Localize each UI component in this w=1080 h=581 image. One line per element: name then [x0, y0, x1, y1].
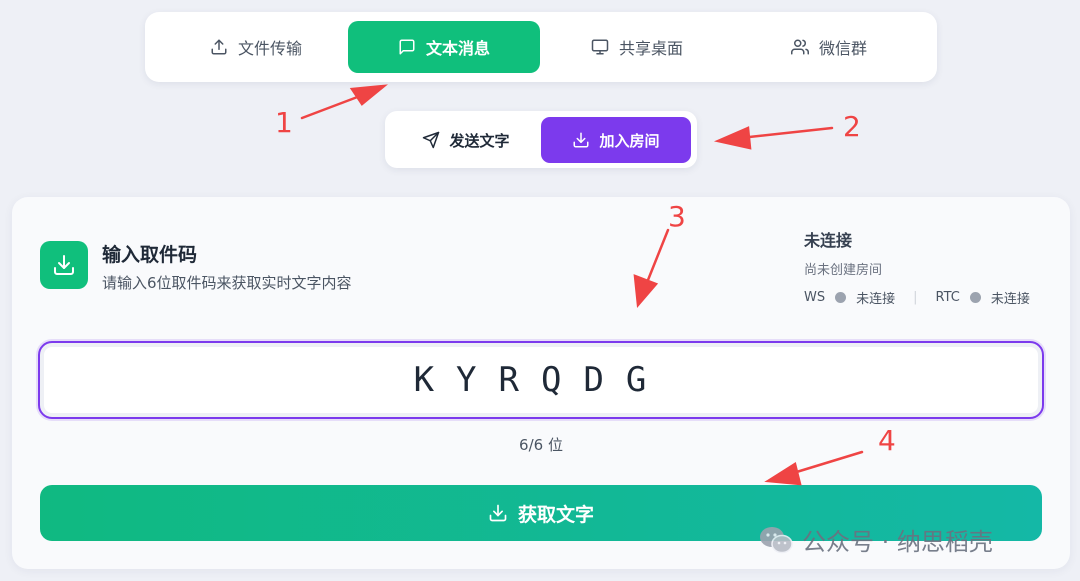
watermark-text: 公众号 · 纳思稻壳 [802, 528, 993, 556]
annotation-arrowhead-1 [349, 84, 388, 106]
wechat-logo-icon [760, 526, 793, 553]
annotation-number-3: 3 [668, 200, 686, 233]
annotation-arrow-2 [738, 126, 834, 140]
annotation-arrowhead-4 [764, 462, 802, 486]
annotation-arrow-4 [788, 450, 864, 476]
watermark: 公众号 · 纳思稻壳 [758, 522, 993, 557]
annotation-arrowhead-2 [713, 126, 752, 150]
annotation-arrowhead-3 [633, 274, 659, 309]
annotation-overlay [300, 84, 864, 486]
annotation-arrow-3 [644, 228, 670, 287]
annotation-number-4: 4 [878, 424, 896, 457]
annotation-number-1: 1 [275, 106, 293, 139]
annotation-number-2: 2 [843, 110, 861, 143]
